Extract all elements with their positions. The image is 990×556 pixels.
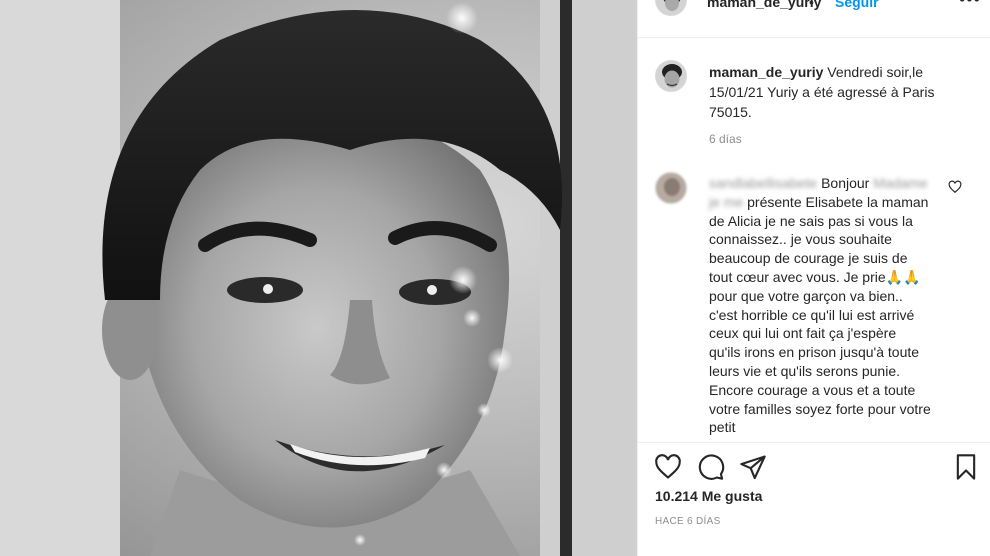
comment-first-line: Bonjour	[821, 175, 870, 191]
caption-text: maman_de_yuriy Vendredi soir,le 15/01/21…	[709, 62, 974, 122]
post-photo[interactable]	[0, 0, 637, 556]
follow-button[interactable]: Seguir	[835, 0, 879, 10]
commenter-username[interactable]: sandlabellisabete	[709, 175, 817, 191]
comment-text: sandlabellisabete Bonjour Madame je me p…	[709, 174, 931, 437]
caption-timestamp[interactable]: 6 días	[709, 132, 742, 146]
caption-username[interactable]: maman_de_yuriy	[709, 64, 823, 80]
comment-body: présente Elisabete la maman de Alicia je…	[709, 193, 931, 436]
more-options-icon[interactable]: •••	[959, 0, 981, 10]
paper-plane-icon[interactable]	[739, 453, 767, 481]
portrait-image	[0, 0, 637, 556]
caption-avatar[interactable]	[655, 60, 687, 92]
heart-icon[interactable]	[654, 453, 682, 481]
post-actions: 10.214 Me gusta HACE 6 DÍAS	[638, 442, 990, 556]
header-separator: •	[809, 0, 814, 10]
comment-bubble-icon[interactable]	[697, 453, 725, 481]
author-avatar[interactable]	[655, 0, 687, 16]
post-details-panel: maman_de_yuriy • Seguir ••• maman_de_yur…	[637, 0, 990, 556]
bookmark-icon[interactable]	[952, 453, 980, 481]
comment-heart-icon[interactable]	[948, 180, 962, 194]
comments-section[interactable]: maman_de_yuriy Vendredi soir,le 15/01/21…	[638, 38, 990, 442]
post-timestamp[interactable]: HACE 6 DÍAS	[655, 516, 721, 527]
likes-count[interactable]: 10.214 Me gusta	[655, 488, 762, 504]
commenter-avatar[interactable]	[655, 172, 687, 204]
author-username[interactable]: maman_de_yuriy	[707, 0, 821, 10]
post-header: maman_de_yuriy • Seguir •••	[638, 0, 990, 38]
